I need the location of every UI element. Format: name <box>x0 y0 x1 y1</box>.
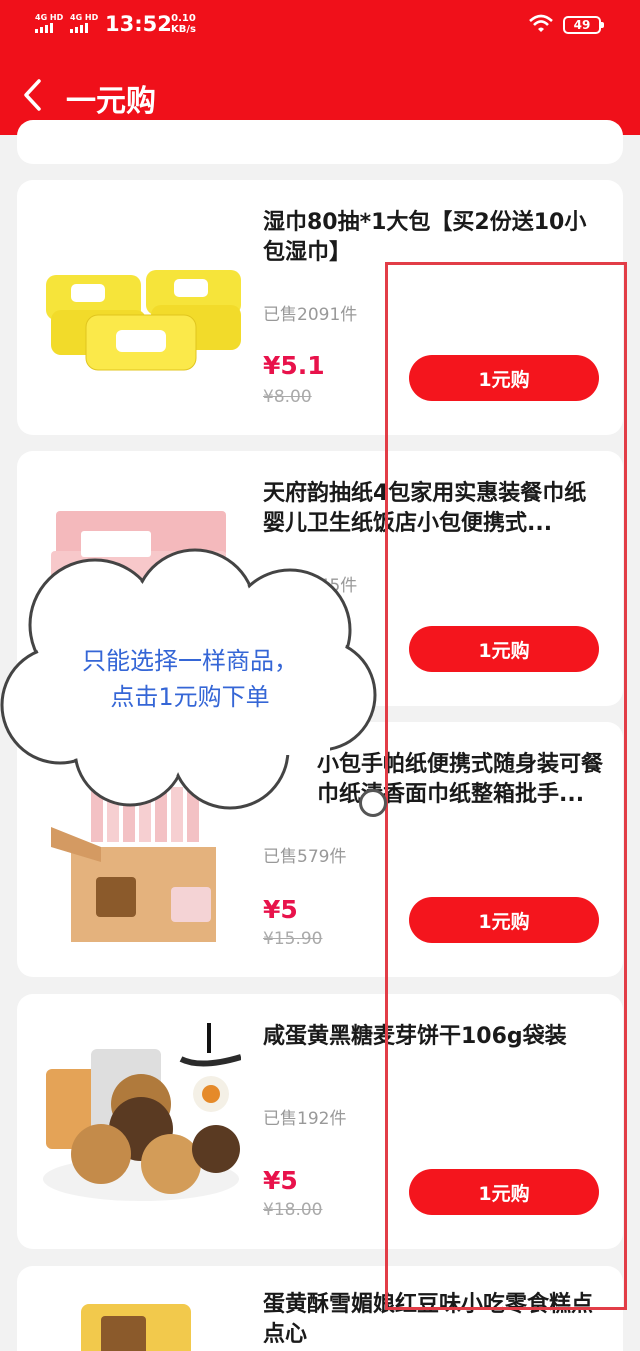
product-sold-count: 已售579件 <box>263 847 347 867</box>
one-yuan-buy-button[interactable]: 1元购 <box>409 897 599 943</box>
signal-label-2: 4G HD <box>70 13 99 22</box>
battery-indicator: 49 <box>563 16 604 34</box>
product-sold-count: 已售2091件 <box>263 305 358 325</box>
product-original-price: ¥18.00 <box>263 1200 323 1220</box>
tip-line-2: 点击1元购下单 <box>110 683 270 711</box>
tip-line-1: 只能选择一样商品， <box>82 647 298 675</box>
product-card[interactable]: 咸蛋黄黑糖麦芽饼干106g袋装 已售192件 ¥5 ¥18.00 1元购 <box>17 994 623 1249</box>
product-price: ¥5.1 <box>263 351 325 380</box>
network-speed: 0.10 KB/s <box>171 13 196 35</box>
product-original-price: ¥15.90 <box>263 929 323 949</box>
network-speed-value: 0.10 <box>171 13 196 24</box>
product-card[interactable]: 湿巾80抽*1大包【买2份送10小包湿巾】 已售2091件 ¥5.1 ¥8.00… <box>17 180 623 435</box>
tip-text: 只能选择一样商品， 点击1元购下单 <box>40 643 340 715</box>
product-image-wet-wipes <box>46 270 241 371</box>
page-title: 一元购 <box>66 84 156 119</box>
product-name: 天府韵抽纸4包家用实惠装餐巾纸婴儿卫生纸饭店小包便携式... <box>263 481 587 536</box>
product-name: 咸蛋黄黑糖麦芽饼干106g袋装 <box>263 1024 567 1049</box>
product-image-pastry <box>81 1304 191 1351</box>
signal-indicator-2: 4G HD <box>70 13 98 33</box>
wifi-icon <box>529 14 553 32</box>
product-image-biscuits <box>43 1023 241 1201</box>
one-yuan-buy-button[interactable]: 1元购 <box>409 355 599 401</box>
product-name: 蛋黄酥雪媚娘红豆味小吃零食糕点点心 <box>263 1292 594 1347</box>
product-price: ¥5 <box>263 1166 298 1195</box>
product-card-partial-top <box>17 120 623 164</box>
touch-indicator-dot <box>359 789 387 817</box>
status-time: 13:52 <box>105 12 172 36</box>
product-name: 湿巾80抽*1大包【买2份送10小包湿巾】 <box>263 210 587 265</box>
one-yuan-buy-button[interactable]: 1元购 <box>409 1169 599 1215</box>
product-price: ¥5 <box>263 895 298 924</box>
signal-bars-icon <box>35 23 63 33</box>
app-header: 4G HD 4G HD 13:52 0.10 KB/s 49 一元购 <box>0 0 640 135</box>
signal-indicator-1: 4G HD <box>35 13 63 33</box>
product-card[interactable]: 蛋黄酥雪媚娘红豆味小吃零食糕点点心 <box>17 1266 623 1351</box>
status-bar: 4G HD 4G HD 13:52 0.10 KB/s 49 <box>0 0 640 50</box>
one-yuan-buy-button[interactable]: 1元购 <box>409 626 599 672</box>
back-button[interactable] <box>20 78 50 112</box>
network-speed-unit: KB/s <box>171 24 196 35</box>
tip-bubble: 只能选择一样商品， 点击1元购下单 <box>0 545 390 815</box>
signal-label-1: 4G HD <box>35 13 64 22</box>
signal-bars-icon <box>70 23 98 33</box>
product-sold-count: 已售192件 <box>263 1109 347 1129</box>
product-original-price: ¥8.00 <box>263 387 312 407</box>
